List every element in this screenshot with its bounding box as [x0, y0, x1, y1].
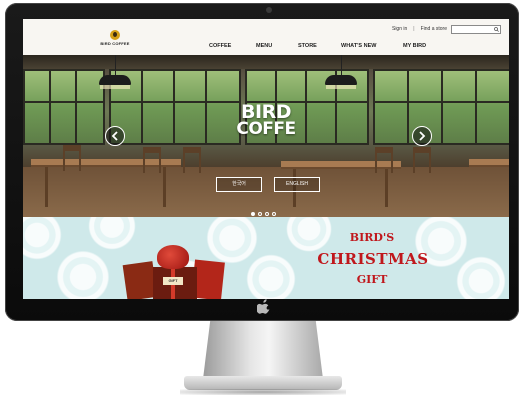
monitor-base	[184, 376, 342, 390]
utility-links: Sign in | Find a store	[392, 26, 447, 32]
carousel-dot-2[interactable]	[258, 212, 262, 216]
sign-in-link[interactable]: Sign in	[392, 26, 407, 32]
site-header: Sign in | Find a store BIRD COFFEE COFFE…	[23, 19, 509, 55]
lace-doily	[453, 253, 509, 299]
cafe-chair	[413, 147, 431, 173]
hero-title-line2: COFFE	[236, 119, 296, 139]
english-language-button[interactable]: ENGLISH	[274, 177, 320, 192]
lamp-glow	[326, 85, 356, 89]
table-leg	[163, 167, 166, 207]
site-logo[interactable]: BIRD COFFEE	[99, 30, 131, 52]
gift-basket-image: GIFT	[119, 245, 239, 299]
cafe-table	[469, 159, 509, 167]
lace-doily	[23, 217, 65, 263]
lamp-glow	[100, 85, 130, 89]
nav-item-coffee[interactable]: COFFEE	[209, 43, 231, 49]
monitor-stand	[203, 321, 323, 379]
cafe-floor	[23, 167, 509, 217]
cafe-chair	[143, 147, 161, 173]
nav-item-whats-new[interactable]: WHAT'S NEW	[341, 43, 376, 49]
apple-logo-icon	[257, 299, 270, 314]
search-icon[interactable]	[494, 27, 499, 32]
carousel-prev-button[interactable]	[105, 126, 125, 146]
promo-title-line3: GIFT	[356, 273, 388, 286]
pendant-lamp-cord	[115, 55, 116, 75]
cafe-chair	[375, 147, 393, 173]
chevron-right-icon	[419, 131, 426, 141]
table-leg	[45, 167, 48, 207]
carousel-next-button[interactable]	[412, 126, 432, 146]
pendant-lamp	[325, 75, 357, 85]
korean-language-button[interactable]: 한국어	[216, 177, 262, 192]
christmas-promo-banner[interactable]: GIFT BIRD'S CHRISTMAS GIFT	[23, 217, 509, 299]
pendant-lamp	[99, 75, 131, 85]
monitor-shadow	[180, 389, 346, 395]
carousel-dot-4[interactable]	[272, 212, 276, 216]
cafe-chair	[63, 145, 81, 171]
gift-label: GIFT	[163, 277, 183, 285]
coffee-bean-logo-icon	[110, 30, 120, 40]
screen: Sign in | Find a store BIRD COFFEE COFFE…	[23, 19, 509, 299]
nav-item-my-bird[interactable]: MY BIRD	[403, 43, 426, 49]
nav-item-menu[interactable]: MENU	[256, 43, 272, 49]
monitor-bezel: Sign in | Find a store BIRD COFFEE COFFE…	[5, 3, 519, 321]
carousel-dot-1[interactable]	[251, 212, 255, 216]
nav-item-store[interactable]: STORE	[298, 43, 317, 49]
logo-text: BIRD COFFEE	[100, 41, 130, 46]
carousel-dot-3[interactable]	[265, 212, 269, 216]
find-store-link[interactable]: Find a store	[421, 26, 447, 32]
camera	[266, 7, 272, 13]
table-leg	[385, 169, 388, 207]
carousel-pagination	[251, 212, 276, 216]
promo-title-line1: BIRD'S	[349, 231, 395, 244]
pendant-lamp-cord	[341, 55, 342, 75]
cafe-chair	[183, 147, 201, 173]
cafe-ceiling	[23, 55, 509, 69]
promo-title-line2: CHRISTMAS	[317, 250, 429, 268]
chevron-left-icon	[111, 131, 118, 141]
lace-doily	[53, 247, 113, 299]
gift-bow	[157, 245, 189, 269]
hero-carousel: BIRD COFFE 한국어 ENGLISH	[23, 55, 509, 217]
lace-doily	[243, 251, 299, 299]
utility-separator: |	[413, 26, 415, 32]
monitor-mockup: Sign in | Find a store BIRD COFFEE COFFE…	[0, 0, 527, 401]
search-input[interactable]	[451, 25, 501, 34]
